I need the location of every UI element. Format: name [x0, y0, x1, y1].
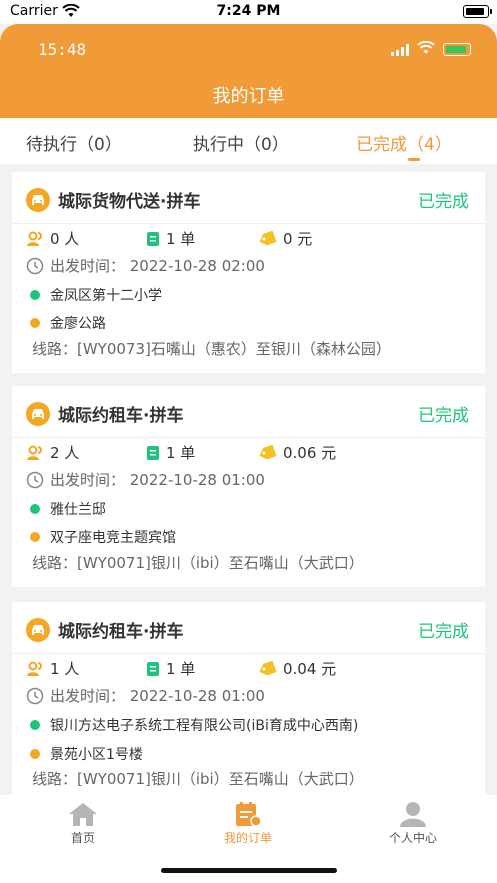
order-card[interactable]: 城际约租车·拼车 已完成 2 人 1 单 0.06 元 出发时间： 2022-1…	[12, 386, 485, 587]
order-count: 1 单	[146, 228, 195, 249]
order-title: 城际约租车·拼车	[58, 406, 184, 426]
order-card-header: 城际货物代送·拼车 已完成	[12, 172, 485, 224]
passenger-count-value: 0 人	[50, 230, 80, 248]
start-location-name: 银川方达电子系统工程有限公司(iBi育成中心西南)	[50, 718, 359, 734]
start-dot	[30, 720, 40, 730]
order-card[interactable]: 城际约租车·拼车 已完成 1 人 1 单 0.04 元 出发时间： 2022-1…	[12, 602, 485, 795]
start-location: 银川方达电子系统工程有限公司(iBi育成中心西南)	[30, 715, 358, 735]
price-tag-icon	[259, 230, 277, 245]
order-price-value: 0 元	[283, 230, 313, 248]
order-status: 已完成	[418, 406, 469, 426]
end-location-name: 双子座电竞主题宾馆	[50, 530, 176, 546]
departure-time-value: 出发时间： 2022-10-28 02:00	[50, 257, 265, 275]
wifi-icon	[417, 40, 435, 59]
battery-charging-icon	[443, 43, 471, 56]
page-title: 我的订单	[212, 86, 285, 107]
app-header: 15:48 我的订单	[0, 24, 497, 118]
departure-time: 出发时间： 2022-10-28 01:00	[26, 469, 265, 490]
car-icon	[26, 188, 50, 212]
route-info: 线路：[WY0071]银川（ibi）至石嘴山（大武口）	[32, 554, 364, 572]
route-info: 线路：[WY0071]银川（ibi）至石嘴山（大武口）	[32, 770, 364, 788]
passenger-count-value: 2 人	[50, 444, 80, 462]
order-price-value: 0.04 元	[283, 660, 337, 678]
order-count-value: 1 单	[166, 444, 196, 462]
departure-time: 出发时间： 2022-10-28 01:00	[26, 685, 265, 706]
price-tag-icon	[259, 660, 277, 675]
tab-completed[interactable]: 已完成（4）	[356, 130, 452, 155]
home-icon	[69, 803, 97, 826]
start-location: 金凤区第十二小学	[30, 285, 162, 305]
order-title: 城际货物代送·拼车	[58, 192, 201, 212]
order-price-value: 0.06 元	[283, 444, 337, 462]
order-title: 城际约租车·拼车	[58, 622, 184, 642]
order-price: 0 元	[257, 228, 312, 249]
start-location-name: 雅仕兰邸	[50, 502, 106, 518]
battery-icon	[463, 5, 492, 18]
end-location: 金廖公路	[30, 313, 106, 333]
passenger-count: 1 人	[26, 658, 79, 679]
nav-home-label: 首页	[70, 831, 95, 845]
receipt-icon	[147, 231, 159, 246]
end-dot	[30, 749, 40, 759]
signal-icon	[391, 43, 409, 56]
nav-user-center[interactable]: 个人中心	[353, 801, 473, 846]
system-status-bar: Carrier 7:24 PM	[0, 0, 497, 24]
inner-status-time: 15:48	[38, 40, 87, 59]
order-count-value: 1 单	[166, 230, 196, 248]
order-status-tabs: 待执行（0） 执行中（0） 已完成（4）	[0, 118, 497, 164]
order-price: 0.04 元	[257, 658, 336, 679]
end-dot	[30, 532, 40, 542]
user-center-icon	[400, 802, 426, 827]
departure-time-value: 出发时间： 2022-10-28 01:00	[50, 471, 265, 489]
receipt-icon	[147, 445, 159, 460]
receipt-icon	[147, 661, 159, 676]
home-indicator	[161, 868, 337, 873]
end-location: 景苑小区1号楼	[30, 744, 143, 764]
end-location: 双子座电竞主题宾馆	[30, 527, 176, 547]
order-count: 1 单	[146, 658, 195, 679]
start-location-name: 金凤区第十二小学	[50, 288, 162, 304]
order-card-header: 城际约租车·拼车 已完成	[12, 386, 485, 438]
inner-status-icons	[391, 40, 471, 59]
end-location-name: 景苑小区1号楼	[50, 747, 143, 763]
orders-icon	[236, 802, 262, 827]
order-status: 已完成	[418, 192, 469, 212]
car-icon	[26, 618, 50, 642]
start-dot	[30, 290, 40, 300]
passenger-count: 0 人	[26, 228, 79, 249]
start-dot	[30, 504, 40, 514]
order-price: 0.06 元	[257, 442, 336, 463]
nav-user-center-label: 个人中心	[388, 831, 437, 845]
start-location: 雅仕兰邸	[30, 499, 106, 519]
nav-home[interactable]: 首页	[23, 801, 143, 846]
nav-my-orders[interactable]: 我的订单	[188, 801, 308, 846]
price-tag-icon	[259, 444, 277, 459]
passenger-count: 2 人	[26, 442, 79, 463]
end-location-name: 金廖公路	[50, 316, 106, 332]
order-count-value: 1 单	[166, 660, 196, 678]
route-info: 线路：[WY0073]石嘴山（惠农）至银川（森林公园）	[32, 340, 391, 358]
end-dot	[30, 318, 40, 328]
person-icon	[27, 231, 42, 246]
clock-icon	[26, 257, 44, 274]
system-time: 7:24 PM	[216, 3, 281, 19]
tab-in-progress[interactable]: 执行中（0）	[193, 130, 289, 155]
clock-icon	[26, 687, 44, 704]
departure-time-value: 出发时间： 2022-10-28 01:00	[50, 687, 265, 705]
order-status: 已完成	[418, 622, 469, 642]
active-tab-indicator	[408, 158, 420, 161]
person-icon	[27, 661, 42, 676]
order-card[interactable]: 城际货物代送·拼车 已完成 0 人 1 单 0 元 出发时间： 2022-10-…	[12, 172, 485, 373]
car-icon	[26, 402, 50, 426]
passenger-count-value: 1 人	[50, 660, 80, 678]
person-icon	[27, 445, 42, 460]
order-card-header: 城际约租车·拼车 已完成	[12, 602, 485, 654]
nav-my-orders-label: 我的订单	[223, 831, 272, 845]
clock-icon	[26, 471, 44, 488]
departure-time: 出发时间： 2022-10-28 02:00	[26, 255, 265, 276]
tab-pending[interactable]: 待执行（0）	[26, 130, 122, 155]
order-count: 1 单	[146, 442, 195, 463]
